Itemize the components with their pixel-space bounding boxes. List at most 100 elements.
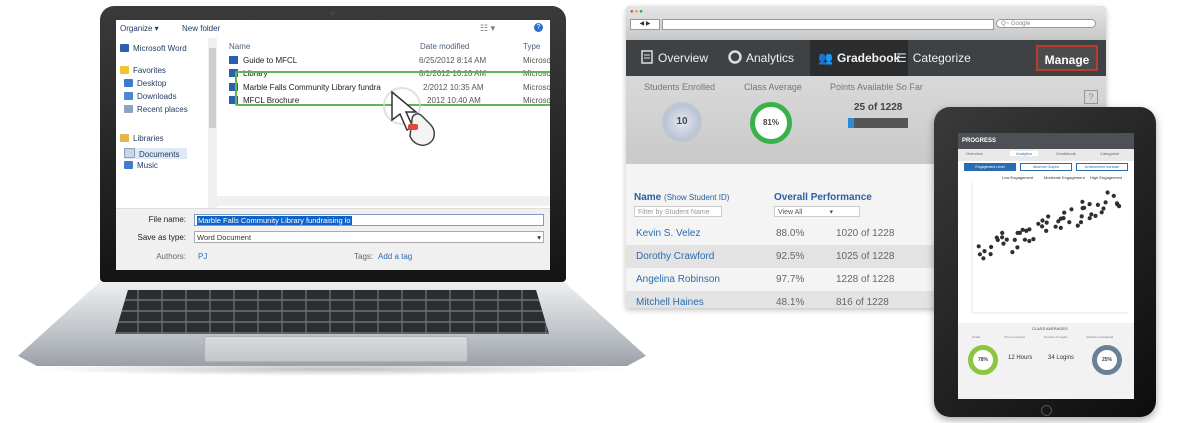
tablet-tab-analytics[interactable]: Analytics [1010,151,1039,156]
scatter-point [1115,202,1120,207]
view-options-button[interactable]: ☷ ▾ [480,23,495,34]
column-date-modified[interactable]: Date modified [420,42,469,51]
browser-search[interactable]: Q~ Google [996,19,1096,28]
save-options: File name: Marble Falls Community Librar… [116,208,550,270]
nav-item-music[interactable]: Music [124,161,158,170]
save-type-select[interactable]: Word Document ▾ [194,231,544,243]
scatter-point [1015,245,1020,250]
recent-places-icon [124,105,133,113]
manage-button[interactable]: Manage [1036,45,1098,71]
scatter-point [1078,220,1084,225]
tablet-screen: PROGRESS Overview Analytics Gradebook Ca… [958,133,1134,399]
nav-item-recent[interactable]: Recent places [124,105,188,114]
scatter-point [1040,224,1045,229]
home-button-icon[interactable] [1041,405,1052,416]
student-points: 816 of 1228 [836,297,889,308]
tab-label: Analytics [746,51,795,65]
filter-student-input[interactable]: Filter by Student Name [634,206,722,217]
libraries-icon [120,134,129,142]
show-student-id-link[interactable]: (Show Student ID) [664,193,729,202]
scatter-point [1000,230,1005,235]
tab-overview[interactable]: Overview [634,40,714,76]
new-folder-button[interactable]: New folder [182,24,220,33]
help-icon[interactable]: ? [1084,90,1098,104]
scatter-point [1105,190,1110,195]
scatter-point [982,249,987,254]
scatter-point [1053,224,1058,229]
scatter-point [1040,218,1045,223]
nav-scroll-thumb[interactable] [209,48,216,128]
nav-item-downloads[interactable]: Downloads [124,92,177,101]
file-name-label: File name: [148,215,186,224]
scatter-point [1111,193,1116,198]
subtab-achievement[interactable]: Achievement Increase [1076,163,1128,171]
nav-item-favorites[interactable]: Favorites [120,66,166,75]
scatter-point [989,244,994,250]
star-icon [120,66,129,74]
student-name[interactable]: Mitchell Haines [636,291,704,308]
window-controls[interactable]: ●●● [630,9,644,15]
tablet-tab-gradebook[interactable]: Gradebook [1056,151,1076,156]
tablet-tab-categorize[interactable]: Categorize [1100,151,1119,156]
scatter-point [1044,228,1049,233]
tablet-tab-overview[interactable]: Overview [966,151,983,156]
music-icon [124,161,133,169]
nav-label: Microsoft Word [133,44,187,53]
scatter-point [977,252,982,257]
student-name[interactable]: Kevin S. Velez [636,222,700,245]
hand-cursor-icon [383,87,435,147]
file-name-field[interactable]: Marble Falls Community Library fundraisi… [194,214,544,226]
scatter-point [1027,227,1032,232]
file-row[interactable]: Guide to MFCL 6/25/2012 8:14 AM Microsof… [225,56,550,68]
nav-item-desktop[interactable]: Desktop [124,79,166,88]
activities-ring: 25% [1092,345,1122,375]
class-averages-title: CLASS AVERAGES [1032,326,1068,331]
subtab-absence[interactable]: Absence Graphs [1020,163,1072,171]
nav-item-documents[interactable]: Documents [124,148,188,159]
back-forward-buttons[interactable]: ◀ ▶ [630,19,660,30]
organize-button[interactable]: Organize ▾ [120,24,159,33]
nav-item-word[interactable]: Microsoft Word [120,44,187,53]
column-type[interactable]: Type [523,42,540,51]
tags-value[interactable]: Add a tag [378,252,412,261]
view-select[interactable]: View All ▾ [774,206,860,217]
students-enrolled-value: 10 [662,102,702,142]
navigation-pane: Microsoft Word Favorites Desktop Downloa… [116,38,208,216]
app-nav: Overview Analytics 👥 Gradebook ☰ Categoriz… [626,40,1106,76]
student-percent: 48.1% [776,297,805,308]
logins-value: 34 Logins [1048,355,1075,361]
scatter-point [988,252,993,257]
logins-label: Number of Logins [1044,335,1068,339]
performance-column-header[interactable]: Overall Performance [774,192,872,203]
nav-item-libraries[interactable]: Libraries [120,134,164,143]
horizontal-scrollbar[interactable] [217,196,550,206]
tablet-tabs: Overview Analytics Gradebook Categorize [958,149,1134,161]
tab-categorize[interactable]: ☰ Categorize [890,40,977,76]
save-type-label: Save as type: [137,233,186,242]
tab-analytics[interactable]: Analytics [722,40,800,76]
student-name[interactable]: Dorothy Crawford [636,245,714,268]
student-name[interactable]: Angelina Robinson [636,268,720,291]
scatter-point [1095,202,1100,207]
file-name: Guide to MFCL [243,56,298,65]
subtab-engagement[interactable]: Engagement Level [964,163,1016,171]
scatter-point [1093,213,1098,218]
scatter-point [1089,212,1094,217]
column-name[interactable]: Name [229,42,250,51]
downloads-icon [124,92,133,100]
help-icon[interactable]: ? [534,23,543,32]
name-column-header[interactable]: Name (Show Student ID) [634,192,729,203]
scatter-point [1000,235,1005,240]
nav-label: Desktop [137,79,167,88]
file-date: 6/25/2012 8:14 AM [419,56,487,65]
document-icon [641,50,653,64]
word-icon [120,44,129,52]
browser-chrome: ●●● ◀ ▶ Q~ Google [626,6,1106,40]
address-bar[interactable] [662,19,994,30]
scatter-point [1069,207,1074,212]
scatter-point [1027,238,1032,244]
tab-label: Overview [658,51,709,65]
tablet-app-title: PROGRESS [958,133,1134,149]
authors-value[interactable]: PJ [198,252,207,261]
scatter-point [1020,227,1025,232]
